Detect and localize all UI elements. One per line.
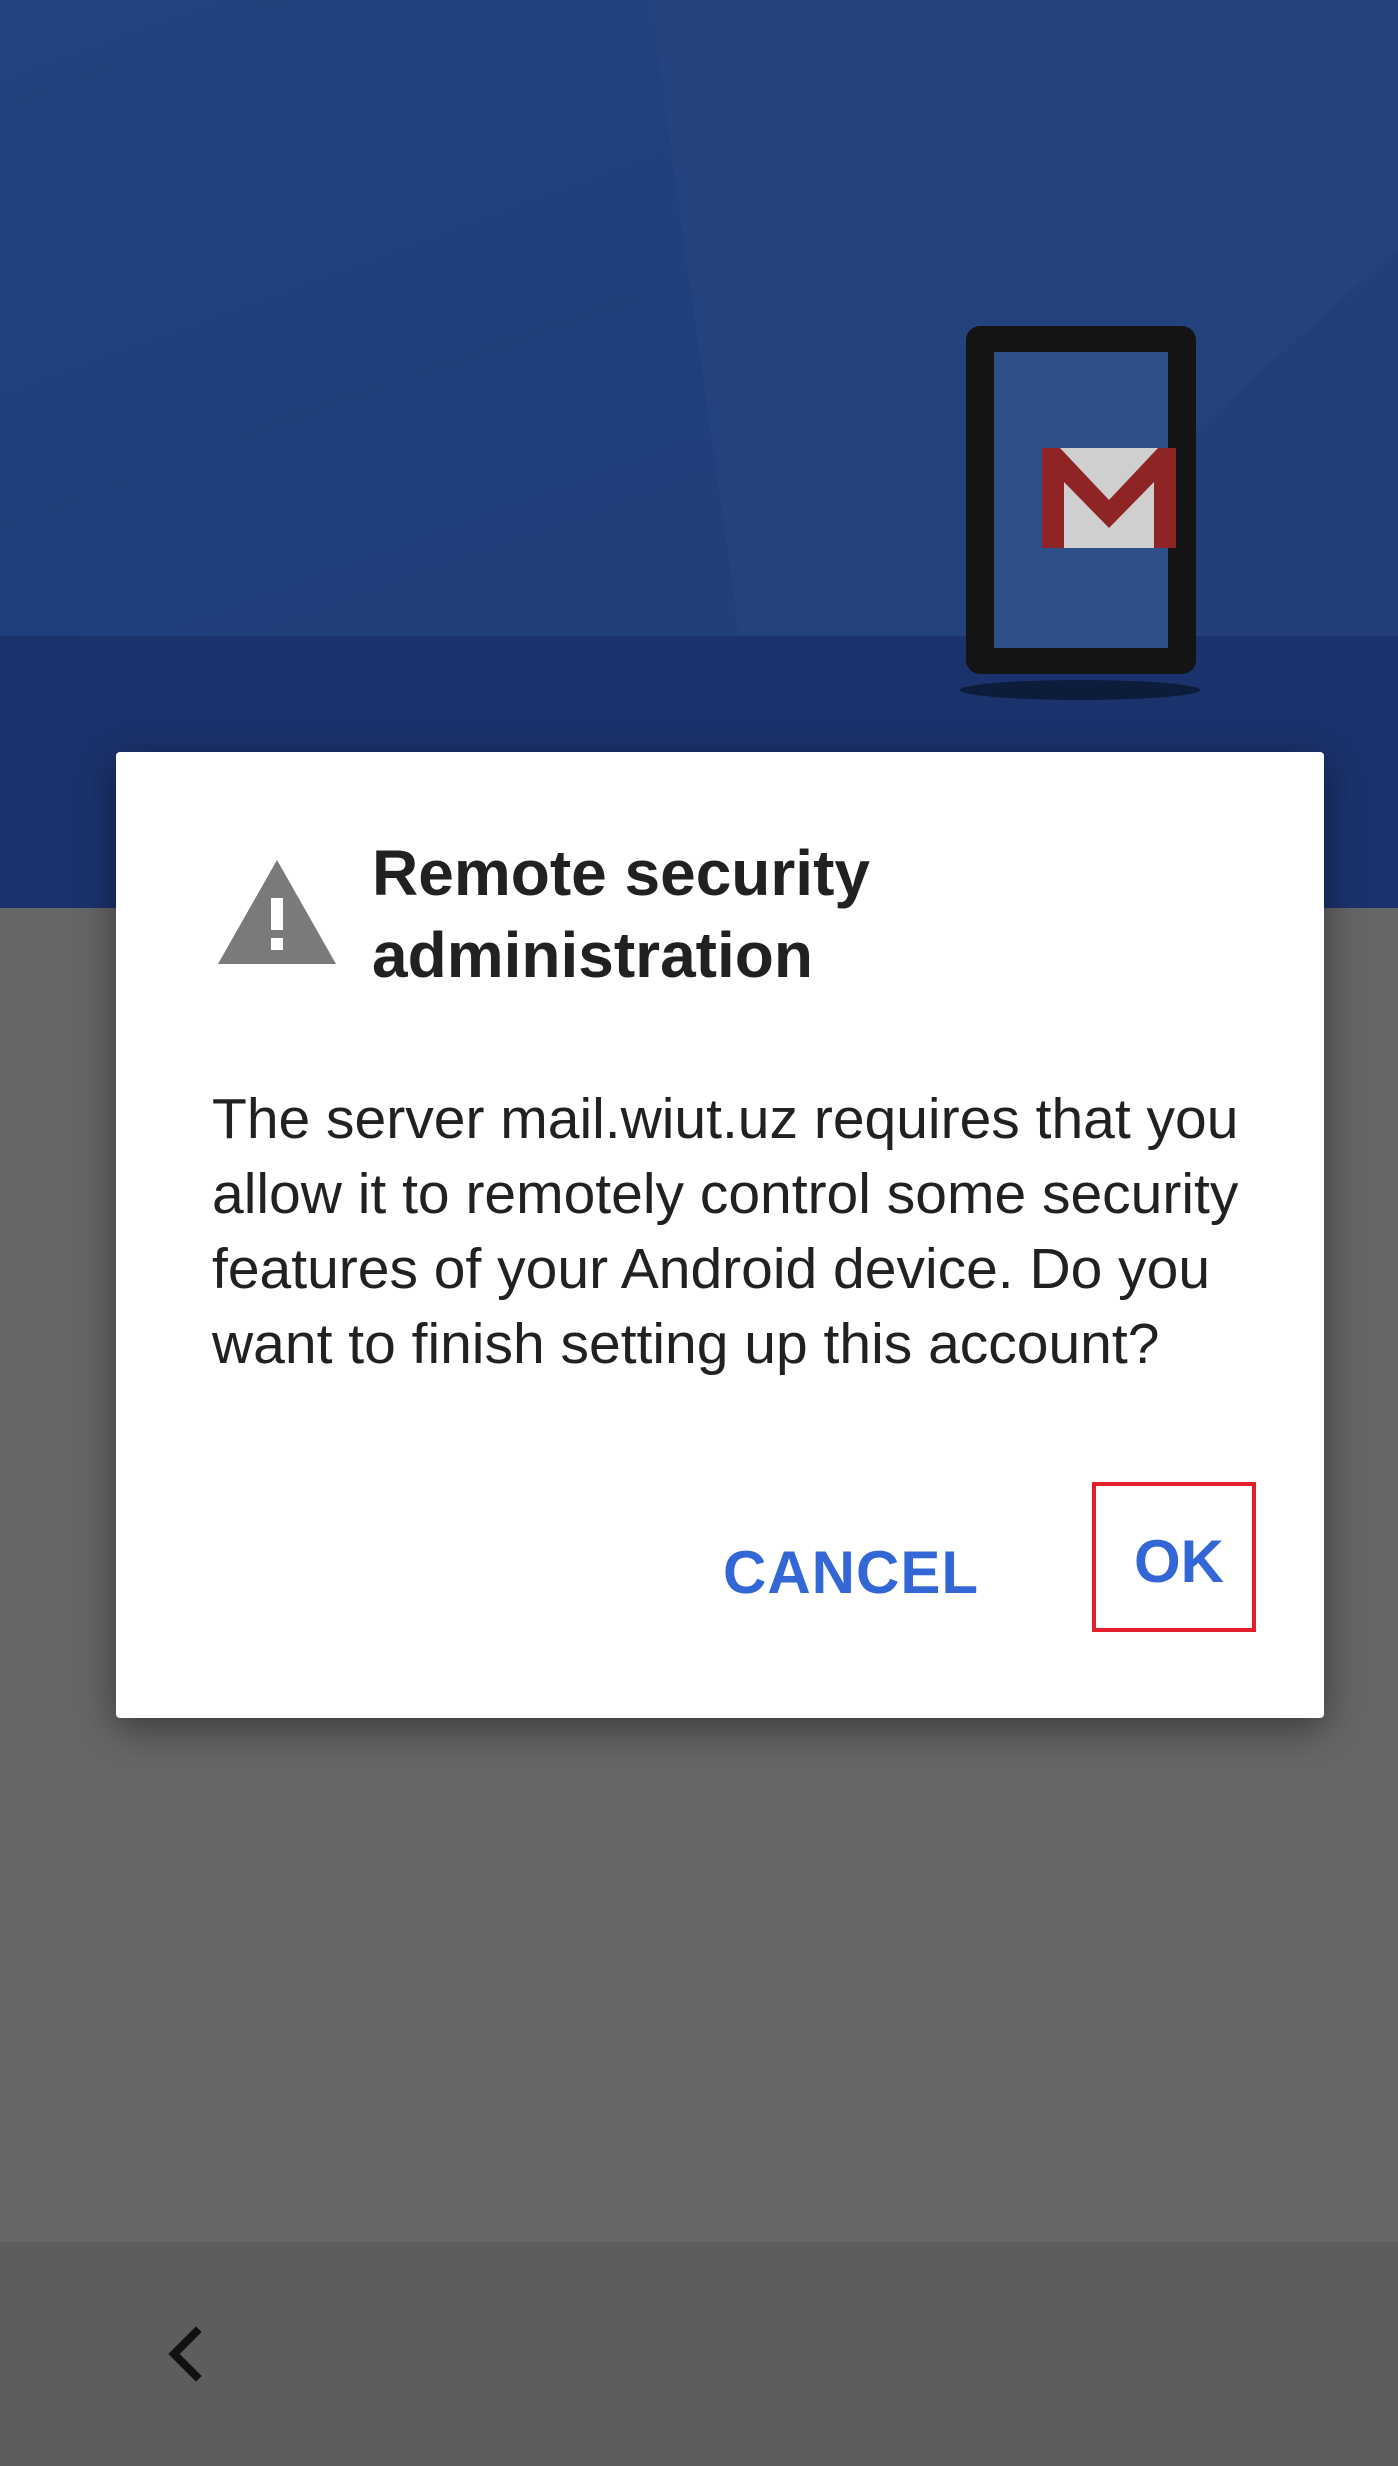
- phone-screen: [994, 352, 1176, 648]
- back-icon: [168, 2326, 202, 2382]
- remote-security-dialog: Remote security administration The serve…: [116, 752, 1324, 1718]
- back-button[interactable]: [150, 2320, 218, 2388]
- dialog-title: Remote security administration: [372, 837, 870, 991]
- screen: Remote security administration The serve…: [0, 0, 1398, 2466]
- cancel-button[interactable]: CANCEL: [716, 1512, 986, 1632]
- ok-button[interactable]: OK: [1094, 1484, 1264, 1638]
- gmail-icon: [1042, 448, 1176, 548]
- dialog-message: The server mail.wiut.uz requires that yo…: [212, 1087, 1239, 1376]
- phone-shadow: [960, 680, 1200, 700]
- warning-icon: [218, 860, 336, 964]
- phone-illustration: [966, 326, 1196, 674]
